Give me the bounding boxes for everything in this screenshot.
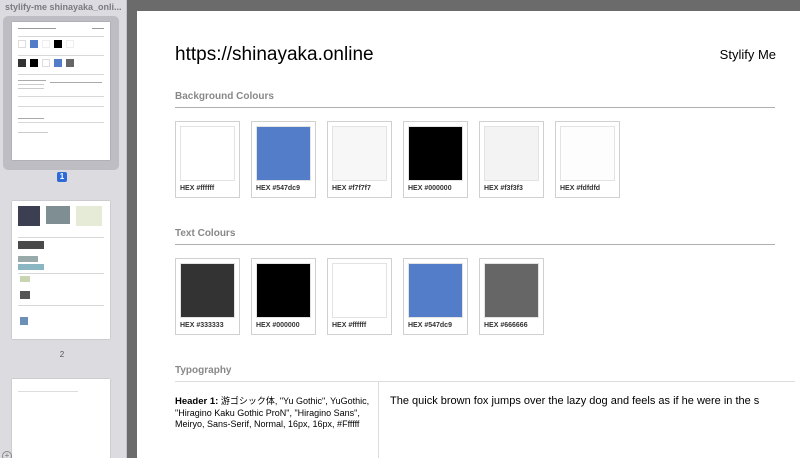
typography-table: Header 1: 游ゴシック体, "Yu Gothic", YuGothic,… [175, 381, 795, 458]
colour-chip [484, 263, 539, 318]
colour-hex-label: HEX #fdfdfd [560, 185, 601, 192]
colour-swatch: HEX #fdfdfd [555, 121, 620, 198]
colour-hex-label: HEX #547dc9 [256, 185, 300, 192]
brand-title: Stylify Me [719, 47, 776, 62]
colour-hex-label: HEX #ffffff [180, 185, 215, 192]
header1-sample-text: The quick brown fox jumps over the lazy … [390, 395, 760, 407]
background-colours-title: Background Colours [175, 91, 274, 102]
page-thumbnail-2[interactable] [12, 201, 110, 339]
colour-swatch: HEX #ffffff [327, 258, 392, 335]
colour-chip [408, 263, 463, 318]
colour-chip [332, 263, 387, 318]
colour-hex-label: HEX #ffffff [332, 322, 367, 329]
text-colours-title: Text Colours [175, 228, 236, 239]
document-title: stylify-me shinayaka_onli... [5, 2, 122, 12]
thumbnail-sidebar: stylify-me shinayaka_onli... 1 2 + [0, 0, 127, 458]
colour-swatch: HEX #ffffff [175, 121, 240, 198]
colour-swatch: HEX #000000 [403, 121, 468, 198]
colour-hex-label: HEX #547dc9 [408, 322, 452, 329]
page-number-1[interactable]: 1 [57, 172, 67, 182]
colour-swatch: HEX #f3f3f3 [479, 121, 544, 198]
add-page-icon[interactable]: + [2, 451, 12, 458]
page-number-2[interactable]: 2 [52, 350, 72, 359]
colour-swatch: HEX #333333 [175, 258, 240, 335]
colour-hex-label: HEX #333333 [180, 322, 224, 329]
colour-chip [484, 126, 539, 181]
page-thumbnail-3[interactable] [12, 379, 110, 458]
colour-hex-label: HEX #000000 [256, 322, 300, 329]
site-url: https://shinayaka.online [175, 44, 374, 65]
typography-title: Typography [175, 365, 232, 376]
colour-chip [180, 263, 235, 318]
colour-swatch: HEX #547dc9 [403, 258, 468, 335]
colour-hex-label: HEX #f7f7f7 [332, 185, 371, 192]
section-divider [175, 244, 775, 245]
header1-spec-cell: Header 1: 游ゴシック体, "Yu Gothic", YuGothic,… [175, 382, 379, 458]
colour-swatch: HEX #547dc9 [251, 121, 316, 198]
colour-hex-label: HEX #666666 [484, 322, 528, 329]
colour-swatch: HEX #f7f7f7 [327, 121, 392, 198]
page-thumbnail-1[interactable] [12, 22, 110, 160]
header1-label: Header 1: [175, 396, 219, 407]
colour-hex-label: HEX #000000 [408, 185, 452, 192]
section-divider [175, 107, 775, 108]
colour-chip [256, 263, 311, 318]
colour-chip [560, 126, 615, 181]
colour-chip [180, 126, 235, 181]
colour-chip [332, 126, 387, 181]
colour-chip [408, 126, 463, 181]
document-page: https://shinayaka.online Stylify Me Back… [137, 11, 800, 458]
colour-swatch: HEX #000000 [251, 258, 316, 335]
colour-chip [256, 126, 311, 181]
colour-swatch: HEX #666666 [479, 258, 544, 335]
colour-hex-label: HEX #f3f3f3 [484, 185, 523, 192]
